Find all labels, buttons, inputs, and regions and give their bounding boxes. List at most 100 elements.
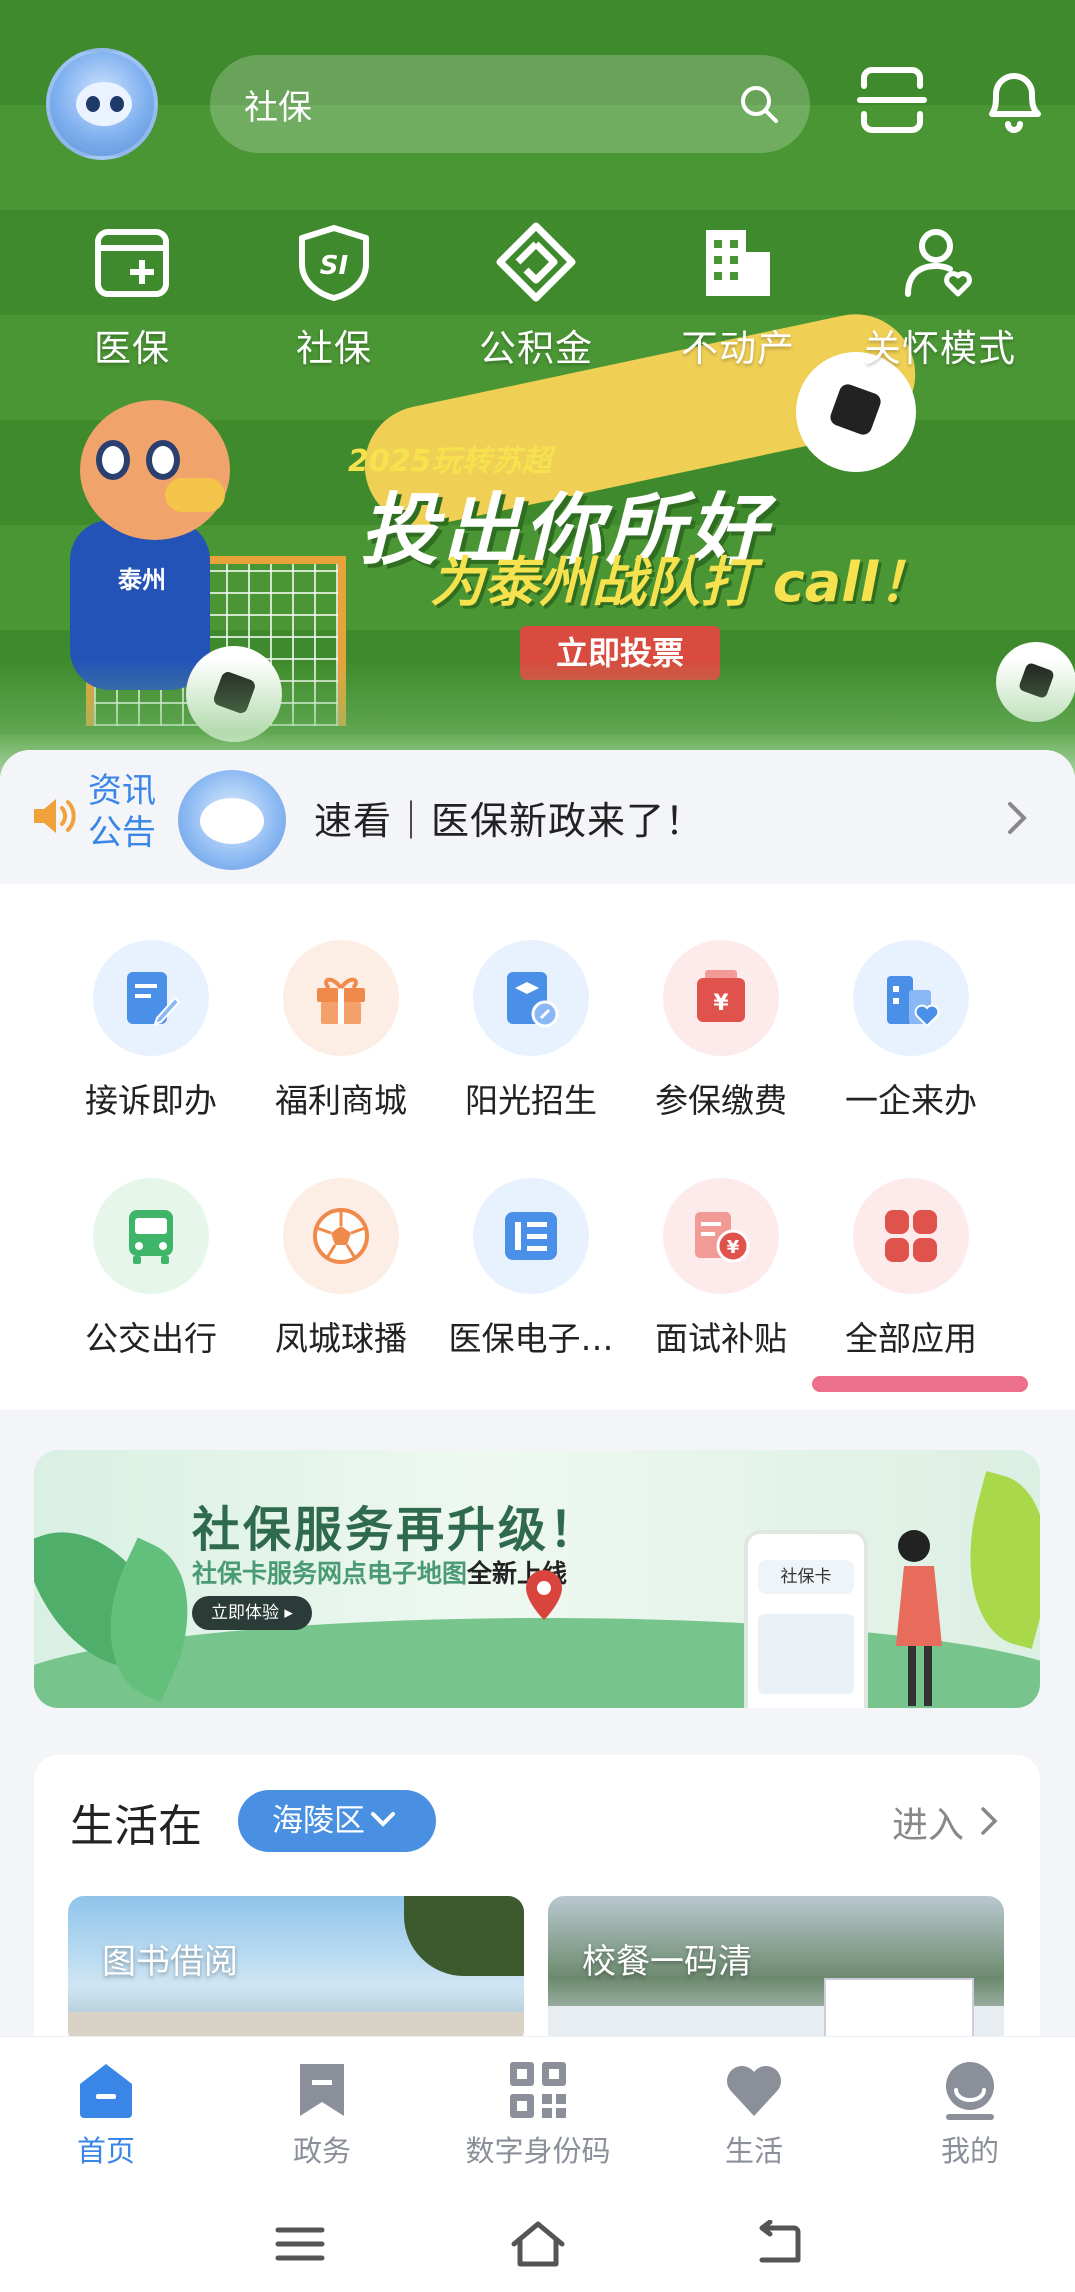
- app-enterprise[interactable]: 一企来办: [826, 940, 996, 1122]
- vote-button[interactable]: 立即投票: [520, 626, 720, 680]
- all-apps-icon: [885, 1210, 937, 1262]
- promo-title: 社保服务再升级！: [192, 1502, 601, 1558]
- app-enrollment[interactable]: 阳光招生: [446, 940, 616, 1122]
- app-medical-e-card[interactable]: 医保电子…: [446, 1178, 616, 1360]
- app-bus[interactable]: 公交出行: [66, 1178, 236, 1360]
- avatar[interactable]: [46, 48, 158, 160]
- app-label: 医保电子…: [448, 1319, 614, 1358]
- life-card-label: 图书借阅: [102, 1942, 238, 1982]
- life-card-library[interactable]: 图书借阅: [68, 1896, 524, 2046]
- notice-tag: 资讯 公告: [88, 770, 156, 854]
- app-label: 参保缴费: [655, 1081, 787, 1120]
- e-card-icon: [505, 1212, 557, 1260]
- app-gift-mall[interactable]: 福利商城: [256, 940, 426, 1122]
- quick-nav-label: 社保: [296, 327, 372, 370]
- care-mode-icon: [905, 229, 972, 297]
- svg-text:¥: ¥: [713, 991, 729, 1016]
- app-label: 全部应用: [845, 1319, 977, 1358]
- enrollment-icon: [507, 972, 559, 1028]
- life-title: 生活在: [70, 1801, 202, 1852]
- home-icon: [80, 2064, 132, 2118]
- tab-profile[interactable]: 我的: [870, 2058, 1070, 2170]
- app-label: 福利商城: [275, 1081, 407, 1120]
- promo-subtitle-prefix: 社保卡服务网点电子地图: [192, 1559, 468, 1588]
- app-label: 一企来办: [845, 1081, 977, 1120]
- mascot-eye: [146, 440, 180, 480]
- tab-government[interactable]: 政务: [222, 2058, 422, 2170]
- qr-code-icon: [510, 2062, 566, 2118]
- menu-icon[interactable]: [270, 2220, 330, 2268]
- quick-nav-label: 医保: [94, 327, 170, 370]
- app-soccer-live[interactable]: 凤城球播: [256, 1178, 426, 1360]
- district-label: 海陵区: [272, 1803, 365, 1839]
- quick-nav-medical[interactable]: 医保: [52, 222, 212, 372]
- tab-label: 首页: [76, 2134, 135, 2168]
- quick-nav-social-security[interactable]: SI 社保: [254, 222, 414, 372]
- app-insurance-payment[interactable]: ¥ 参保缴费: [636, 940, 806, 1122]
- mascot-beak: [165, 478, 225, 512]
- district-dropdown[interactable]: 海陵区: [238, 1790, 436, 1852]
- active-indicator: [812, 1376, 1028, 1392]
- payment-icon: ¥: [697, 970, 745, 1022]
- notice-tag-line: 公告: [88, 813, 156, 853]
- tab-home[interactable]: 首页: [6, 2058, 206, 2170]
- speaker-icon: [32, 796, 78, 836]
- woman-illustration: [896, 1530, 942, 1706]
- notice-text[interactable]: 速看｜医保新政来了！: [314, 790, 704, 845]
- app-label: 公交出行: [85, 1319, 217, 1358]
- mascot-body: [70, 520, 210, 690]
- enterprise-icon: [887, 976, 940, 1028]
- try-now-button[interactable]: 立即体验 ▸: [192, 1596, 312, 1630]
- tab-life[interactable]: 生活: [654, 2058, 854, 2170]
- quick-nav-care-mode[interactable]: 关怀模式: [860, 222, 1020, 372]
- scan-icon[interactable]: [856, 64, 928, 136]
- life-card-school-meal[interactable]: 校餐一码清: [548, 1896, 1004, 2046]
- svg-text:¥: ¥: [727, 1237, 740, 1258]
- soccer-ball-image: [996, 642, 1075, 722]
- tab-label: 我的: [940, 2134, 999, 2168]
- life-card-label: 校餐一码清: [582, 1942, 752, 1982]
- social-security-icon: SI: [299, 225, 369, 301]
- app-complaint[interactable]: 接诉即办: [66, 940, 236, 1122]
- building-icon: [706, 230, 770, 296]
- search-icon[interactable]: [738, 83, 780, 125]
- robot-mascot-icon: [178, 770, 286, 870]
- subsidy-icon: ¥: [695, 1212, 750, 1263]
- quick-nav-housing-fund[interactable]: 公积金: [456, 222, 616, 372]
- mascot-eye: [96, 440, 130, 480]
- enter-link[interactable]: 进入: [892, 1796, 964, 1848]
- quick-nav-label: 不动产: [681, 327, 795, 370]
- tab-label: 政务: [292, 2134, 351, 2168]
- heart-icon: [727, 2066, 781, 2116]
- phone-label: 社保卡: [758, 1560, 854, 1594]
- government-icon: [300, 2064, 344, 2116]
- housing-fund-icon: [496, 222, 576, 302]
- map-pin-icon: [526, 1570, 562, 1620]
- promo-banner[interactable]: 社保服务再升级！ 社保卡服务网点电子地图全新上线 立即体验 ▸ 社保卡: [34, 1450, 1040, 1708]
- chevron-right-icon[interactable]: [980, 1806, 998, 1836]
- chevron-down-icon: [371, 1812, 395, 1827]
- bell-icon[interactable]: [978, 64, 1050, 136]
- app-label: 凤城球播: [275, 1319, 407, 1358]
- phone-illustration: 社保卡: [744, 1530, 868, 1708]
- back-icon[interactable]: [748, 2220, 808, 2268]
- complaint-icon: [127, 972, 181, 1026]
- chevron-right-icon[interactable]: [1006, 800, 1028, 836]
- bus-icon: [129, 1210, 173, 1264]
- app-label: 面试补贴: [655, 1319, 787, 1358]
- app-interview-subsidy[interactable]: ¥ 面试补贴: [636, 1178, 806, 1360]
- quick-nav-label: 关怀模式: [864, 327, 1016, 370]
- svg-text:SI: SI: [320, 251, 349, 281]
- mascot-jersey-text: 泰州: [118, 566, 166, 594]
- soccer-ball-icon: [313, 1208, 369, 1264]
- medical-card-icon: [95, 229, 169, 297]
- home-nav-icon[interactable]: [508, 2220, 568, 2268]
- quick-nav-real-estate[interactable]: 不动产: [658, 222, 818, 372]
- gift-icon: [317, 977, 365, 1024]
- tab-label: 数字身份码: [465, 2134, 611, 2168]
- app-all-apps[interactable]: 全部应用: [826, 1178, 996, 1360]
- search-bar[interactable]: 社保: [210, 55, 810, 153]
- tab-label: 生活: [724, 2134, 783, 2168]
- app-label: 阳光招生: [465, 1081, 597, 1120]
- tab-digital-id[interactable]: 数字身份码: [438, 2058, 638, 2170]
